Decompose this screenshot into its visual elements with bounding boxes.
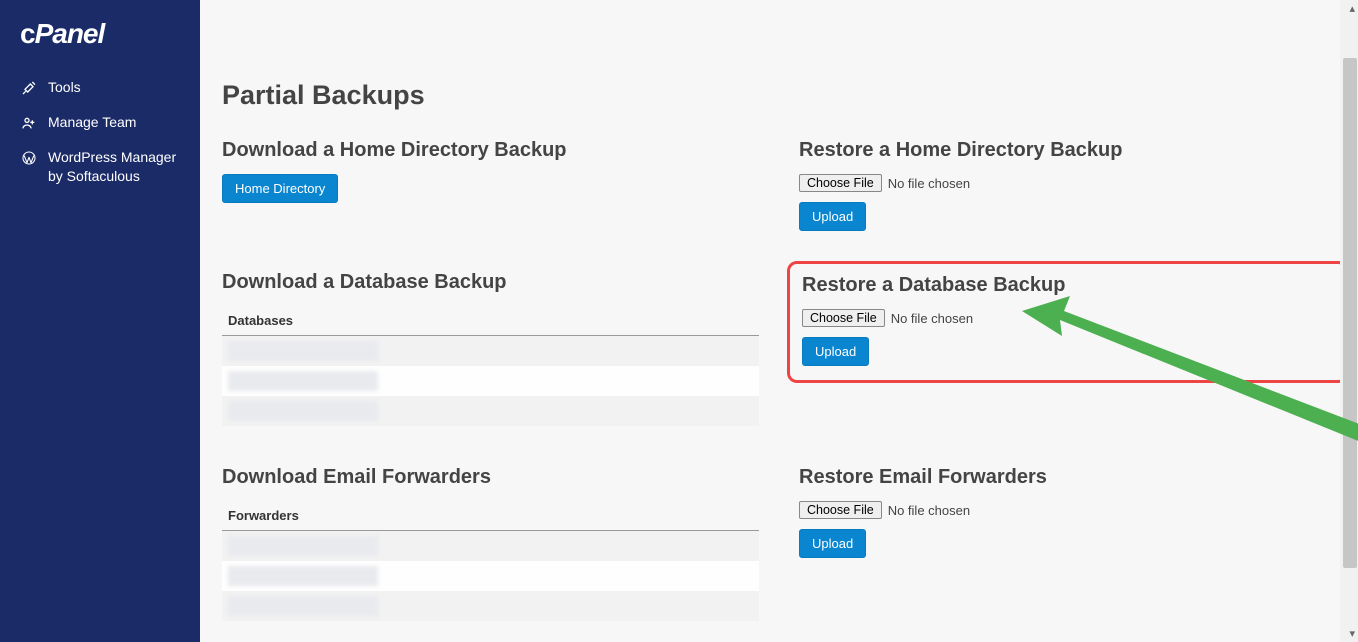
choose-file-home-button[interactable]: Choose File: [799, 174, 882, 192]
page-title: Partial Backups: [222, 80, 1336, 111]
table-row[interactable]: [222, 336, 759, 366]
table-row[interactable]: [222, 591, 759, 621]
sidebar-item-label: WordPress Manager by Softaculous: [48, 148, 180, 186]
scroll-up-icon[interactable]: ▴: [1349, 2, 1355, 15]
download-db-heading: Download a Database Backup: [222, 271, 759, 294]
restore-db-heading: Restore a Database Backup: [802, 274, 1333, 297]
main-content: Partial Backups Download a Home Director…: [200, 0, 1358, 642]
upload-home-button[interactable]: Upload: [799, 202, 866, 231]
scrollbar[interactable]: ▴ ▾: [1340, 0, 1358, 642]
forwarders-table: Forwarders: [222, 501, 759, 621]
scroll-down-icon[interactable]: ▾: [1349, 627, 1355, 640]
brand-logo: cPanel: [0, 18, 200, 70]
sidebar-item-manage-team[interactable]: Manage Team: [0, 105, 200, 140]
choose-file-fwd-button[interactable]: Choose File: [799, 501, 882, 519]
wordpress-icon: [20, 149, 38, 167]
no-file-text: No file chosen: [888, 176, 970, 191]
table-row[interactable]: [222, 531, 759, 561]
no-file-text: No file chosen: [891, 311, 973, 326]
team-icon: [20, 114, 38, 132]
tools-icon: [20, 79, 38, 97]
scrollbar-thumb[interactable]: [1343, 58, 1357, 568]
home-directory-button[interactable]: Home Directory: [222, 174, 338, 203]
sidebar-item-wordpress-manager[interactable]: WordPress Manager by Softaculous: [0, 140, 200, 194]
upload-fwd-button[interactable]: Upload: [799, 529, 866, 558]
forwarders-table-header: Forwarders: [222, 501, 759, 531]
restore-fwd-heading: Restore Email Forwarders: [799, 466, 1336, 489]
table-row[interactable]: [222, 561, 759, 591]
choose-file-db-button[interactable]: Choose File: [802, 309, 885, 327]
download-home-heading: Download a Home Directory Backup: [222, 139, 759, 162]
no-file-text: No file chosen: [888, 503, 970, 518]
databases-table-header: Databases: [222, 306, 759, 336]
table-row[interactable]: [222, 396, 759, 426]
sidebar-item-tools[interactable]: Tools: [0, 70, 200, 105]
sidebar-item-label: Manage Team: [48, 113, 136, 132]
download-fwd-heading: Download Email Forwarders: [222, 466, 759, 489]
sidebar: cPanel Tools Manage Team WordPress Manag…: [0, 0, 200, 642]
restore-home-heading: Restore a Home Directory Backup: [799, 139, 1336, 162]
restore-db-highlight: Restore a Database Backup Choose File No…: [787, 261, 1348, 383]
databases-table: Databases: [222, 306, 759, 426]
table-row[interactable]: [222, 366, 759, 396]
upload-db-button[interactable]: Upload: [802, 337, 869, 366]
sidebar-item-label: Tools: [48, 78, 81, 97]
